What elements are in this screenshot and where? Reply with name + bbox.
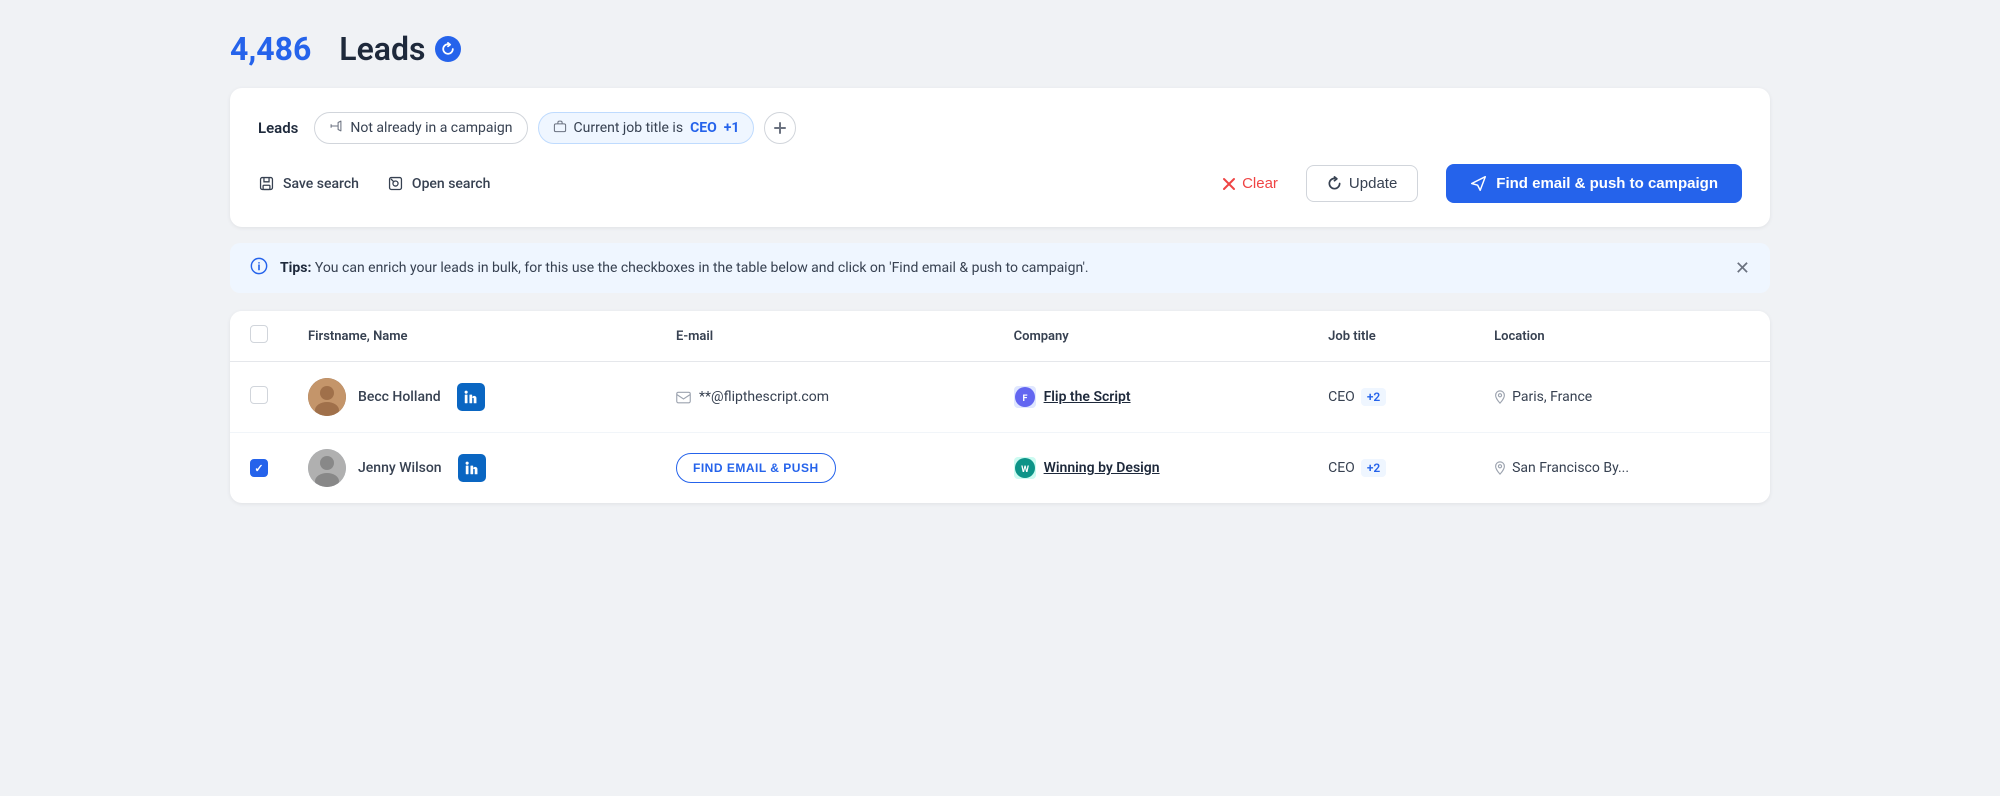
row1-company-cell: F Flip the Script: [994, 362, 1309, 433]
location-icon: [1494, 390, 1506, 404]
save-search-label: Save search: [283, 176, 359, 192]
row2-job-plus[interactable]: +2: [1361, 459, 1386, 477]
row1-email: **@flipthescript.com: [699, 389, 829, 405]
row2-linkedin-button[interactable]: [458, 454, 486, 482]
leads-table: Firstname, Name E-mail Company Job title…: [230, 311, 1770, 503]
add-filter-button[interactable]: [764, 112, 796, 144]
page-container: 4,486 Leads Leads Not already in a campa…: [230, 30, 1770, 503]
row2-company-cell: W Winning by Design: [994, 433, 1309, 504]
tip-text: Tips: You can enrich your leads in bulk,…: [280, 260, 1089, 276]
row2-location-cell: San Francisco By...: [1474, 433, 1770, 504]
update-label: Update: [1349, 175, 1397, 192]
select-all-header[interactable]: [230, 311, 288, 362]
row1-job-plus[interactable]: +2: [1361, 388, 1386, 406]
filter-tag-job-title[interactable]: Current job title is CEO +1: [538, 112, 755, 144]
open-search-icon: [387, 175, 404, 192]
not-in-campaign-label: Not already in a campaign: [350, 120, 512, 136]
col-email: E-mail: [656, 311, 994, 362]
table-header-row: Firstname, Name E-mail Company Job title…: [230, 311, 1770, 362]
table-row: Jenny Wilson FIND EMAIL & PUSH: [230, 433, 1770, 504]
find-email-label: Find email & push to campaign: [1496, 175, 1718, 192]
megaphone-icon: [329, 119, 343, 137]
row1-name: Becc Holland: [358, 389, 441, 405]
col-name: Firstname, Name: [288, 311, 656, 362]
row1-checkbox-cell[interactable]: [230, 362, 288, 433]
actions-row: Save search Open search Clear Update Fin…: [258, 164, 1742, 203]
row1-email-cell: **@flipthescript.com: [656, 362, 994, 433]
row2-company-logo: W: [1014, 457, 1036, 479]
page-title-section: 4,486 Leads: [230, 30, 1770, 68]
row1-job-title: CEO: [1328, 389, 1355, 405]
col-job-title: Job title: [1308, 311, 1474, 362]
row2-company-name[interactable]: Winning by Design: [1044, 460, 1160, 476]
find-email-inline-label: FIND EMAIL & PUSH: [693, 461, 819, 475]
info-icon: [250, 257, 268, 279]
save-icon: [258, 175, 275, 192]
row2-job-title-cell: CEO +2: [1308, 433, 1474, 504]
leads-table-card: Firstname, Name E-mail Company Job title…: [230, 311, 1770, 503]
filter-tag-not-in-campaign[interactable]: Not already in a campaign: [314, 112, 527, 144]
filter-row: Leads Not already in a campaign Current …: [258, 112, 1742, 144]
briefcase-icon: [553, 119, 567, 137]
job-title-value: CEO: [690, 120, 717, 136]
row1-company-name[interactable]: Flip the Script: [1044, 389, 1131, 405]
row1-linkedin-button[interactable]: [457, 383, 485, 411]
find-email-push-button[interactable]: Find email & push to campaign: [1446, 164, 1742, 203]
row1-name-cell: Becc Holland: [288, 362, 656, 433]
clear-button[interactable]: Clear: [1222, 175, 1278, 192]
row2-job-title: CEO: [1328, 460, 1355, 476]
filter-card: Leads Not already in a campaign Current …: [230, 88, 1770, 227]
row2-email-cell[interactable]: FIND EMAIL & PUSH: [656, 433, 994, 504]
avatar: [308, 378, 346, 416]
tip-close-button[interactable]: ✕: [1735, 259, 1750, 277]
row2-name: Jenny Wilson: [358, 460, 442, 476]
row1-job-title-cell: CEO +2: [1308, 362, 1474, 433]
x-icon: [1222, 177, 1236, 191]
col-location: Location: [1474, 311, 1770, 362]
tip-bold: Tips:: [280, 260, 311, 276]
svg-text:F: F: [1022, 394, 1027, 404]
update-icon: [1327, 176, 1342, 191]
tip-banner: Tips: You can enrich your leads in bulk,…: [230, 243, 1770, 293]
leads-count: 4,486: [230, 30, 311, 68]
row2-location: San Francisco By...: [1512, 460, 1629, 476]
avatar: [308, 449, 346, 487]
clear-label: Clear: [1242, 175, 1278, 192]
row2-checkbox-cell[interactable]: [230, 433, 288, 504]
table-row: Becc Holland **@flipthescript.com: [230, 362, 1770, 433]
row1-location: Paris, France: [1512, 389, 1592, 405]
location-icon: [1494, 461, 1506, 475]
row2-name-cell: Jenny Wilson: [288, 433, 656, 504]
open-search-button[interactable]: Open search: [387, 175, 490, 192]
email-icon: [676, 391, 691, 404]
open-search-label: Open search: [412, 176, 490, 192]
row1-company-logo: F: [1014, 386, 1036, 408]
update-button[interactable]: Update: [1306, 165, 1418, 202]
send-icon: [1470, 175, 1487, 192]
row2-checkbox[interactable]: [250, 459, 268, 477]
tip-body: You can enrich your leads in bulk, for t…: [311, 260, 1088, 276]
row1-checkbox[interactable]: [250, 386, 268, 404]
leads-label: Leads: [339, 30, 425, 68]
row1-location-cell: Paris, France: [1474, 362, 1770, 433]
save-search-button[interactable]: Save search: [258, 175, 359, 192]
svg-text:W: W: [1021, 465, 1029, 475]
refresh-icon[interactable]: [435, 36, 461, 62]
job-title-prefix: Current job title is: [574, 120, 684, 136]
col-company: Company: [994, 311, 1309, 362]
find-email-push-inline-button[interactable]: FIND EMAIL & PUSH: [676, 453, 836, 483]
select-all-checkbox[interactable]: [250, 325, 268, 343]
job-title-suffix: +1: [724, 120, 740, 136]
filter-label: Leads: [258, 119, 298, 137]
